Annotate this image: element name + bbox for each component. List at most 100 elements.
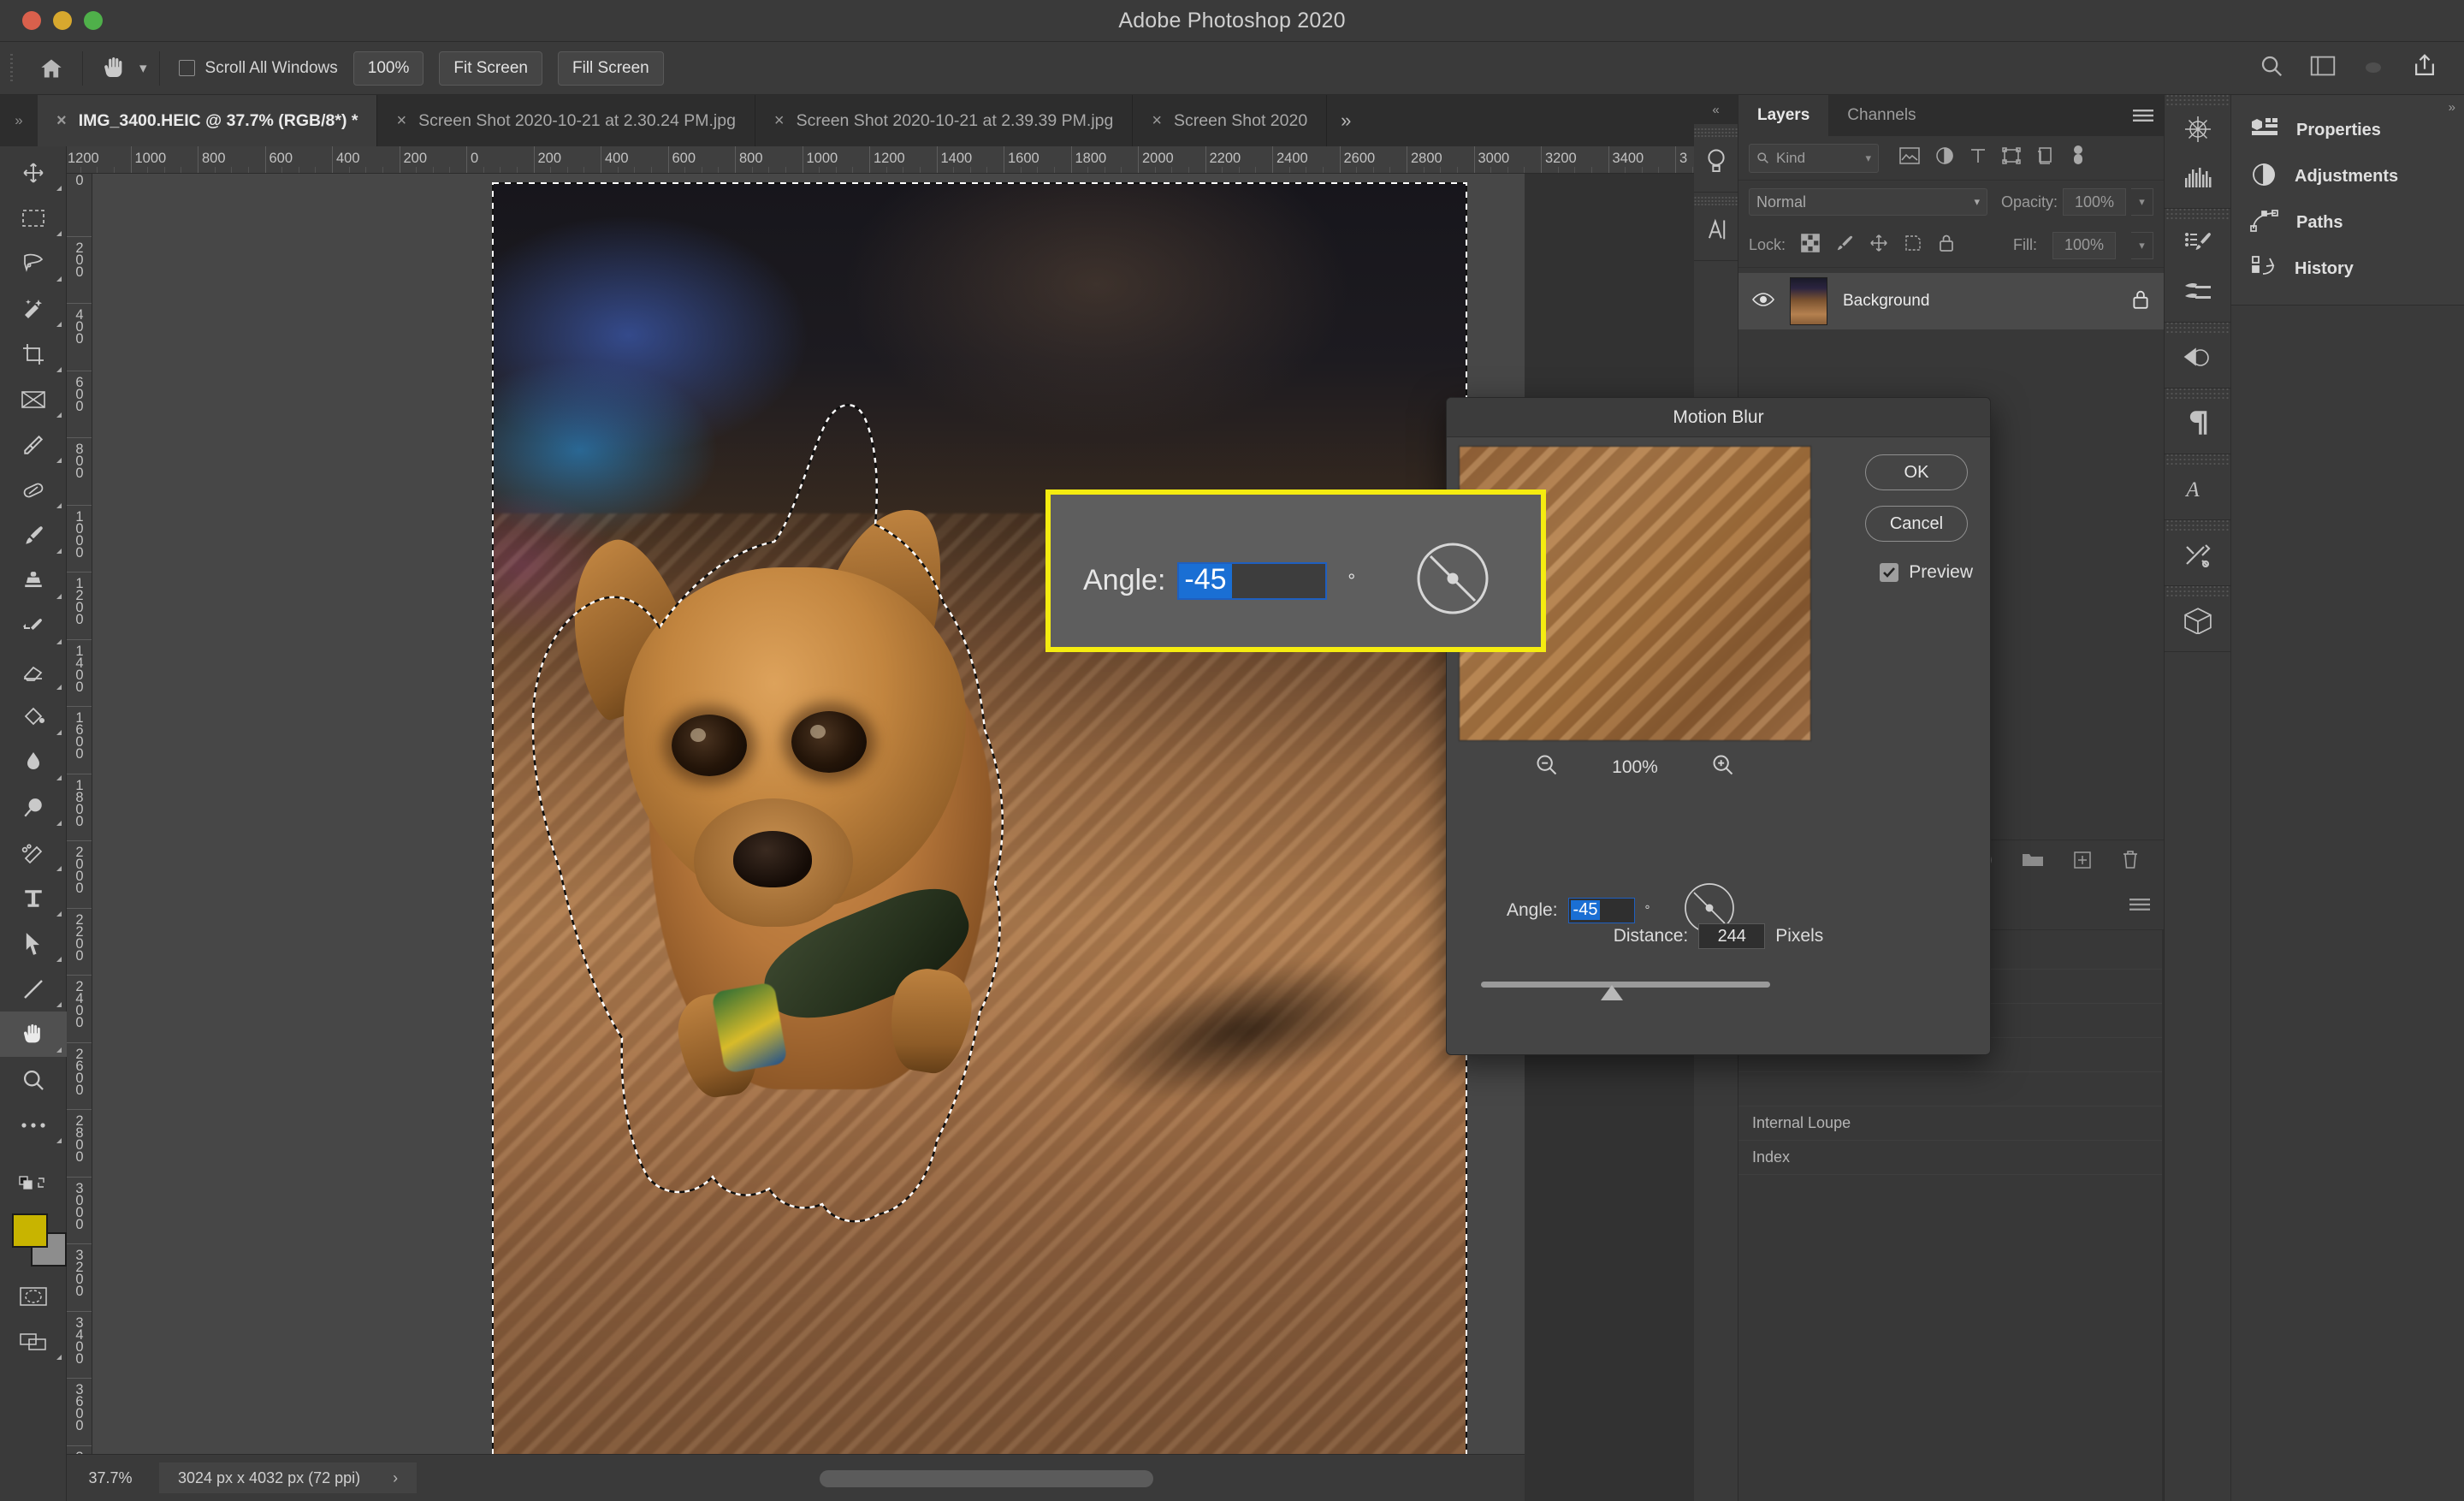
type-tool[interactable] <box>0 875 67 921</box>
eraser-tool[interactable] <box>0 649 67 694</box>
chevrons-left-icon[interactable]: « <box>1694 95 1738 124</box>
image-filter-icon[interactable] <box>1899 147 1920 169</box>
tab-screenshot-1[interactable]: × Screen Shot 2020-10-21 at 2.30.24 PM.j… <box>377 95 755 146</box>
lasso-tool[interactable] <box>0 240 67 286</box>
lock-transparent-pixels-icon[interactable] <box>1801 234 1820 257</box>
blur-tool[interactable] <box>0 739 67 785</box>
hand-tool[interactable] <box>0 1012 67 1057</box>
lock-all-icon[interactable] <box>1938 234 1955 257</box>
fill-screen-button[interactable]: Fill Screen <box>557 50 664 86</box>
new-layer-icon[interactable] <box>2073 851 2092 874</box>
quick-mask-icon[interactable] <box>0 1273 67 1319</box>
rectangular-marquee-tool[interactable] <box>0 195 67 240</box>
eye-visibility-icon[interactable] <box>1752 292 1774 311</box>
compass-icon[interactable] <box>2165 105 2231 153</box>
lock-image-pixels-icon[interactable] <box>1835 234 1854 257</box>
delete-layer-icon[interactable] <box>2121 850 2140 875</box>
canvas-area[interactable] <box>92 174 1525 1454</box>
zoom-tool[interactable] <box>0 1057 67 1102</box>
status-dimensions-group[interactable]: 3024 px x 4032 px (72 ppi) › <box>159 1462 418 1493</box>
preview-checkbox-group[interactable]: Preview <box>1880 562 1973 583</box>
3d-icon[interactable] <box>2165 596 2231 644</box>
brush-settings-icon[interactable] <box>2165 267 2231 315</box>
smart-object-filter-icon[interactable] <box>2036 146 2055 169</box>
tool-presets-icon[interactable] <box>2165 531 2231 578</box>
opacity-field[interactable]: 100% <box>2063 188 2126 216</box>
chevrons-right-icon[interactable]: » <box>0 95 38 146</box>
panel-item-history[interactable]: History <box>2231 246 2464 292</box>
horizontal-scrollbar[interactable] <box>820 1470 1153 1487</box>
hamburger-menu-icon[interactable] <box>2129 898 2150 916</box>
close-icon[interactable]: × <box>396 112 406 129</box>
foreground-color-swatch[interactable] <box>12 1213 48 1248</box>
status-zoom-level[interactable]: 37.7% <box>67 1469 154 1487</box>
tool-preset-chevron-down-icon[interactable]: ▾ <box>139 60 147 77</box>
callout-angle-input[interactable]: -45 <box>1177 561 1328 600</box>
clone-source-icon[interactable] <box>2165 333 2231 381</box>
list-item-internal-loupe[interactable]: Internal Loupe <box>1738 1106 2164 1141</box>
dodge-tool[interactable] <box>0 785 67 830</box>
share-icon[interactable] <box>2411 53 2438 83</box>
angle-input[interactable]: -45 <box>1567 897 1635 923</box>
shape-filter-icon[interactable] <box>2002 146 2021 169</box>
paragraph-icon[interactable] <box>2165 399 2231 447</box>
search-icon[interactable] <box>2259 53 2284 83</box>
scroll-all-windows-checkbox[interactable] <box>178 60 195 76</box>
fill-field[interactable]: 100% <box>2052 231 2116 259</box>
clone-stamp-tool[interactable] <box>0 558 67 603</box>
frame-tool[interactable] <box>0 377 67 422</box>
chevron-down-icon[interactable]: ▾ <box>1974 195 1980 209</box>
cloud-icon[interactable] <box>2361 56 2385 80</box>
chevron-down-icon[interactable]: ▾ <box>1865 151 1871 165</box>
distance-input[interactable]: 244 <box>1698 923 1766 949</box>
brush-presets-icon[interactable] <box>2165 219 2231 267</box>
quick-selection-tool[interactable] <box>0 286 67 331</box>
tab-channels[interactable]: Channels <box>1828 95 1934 136</box>
vertical-ruler[interactable]: 0 200 400 600 800 1000 1200 1400 1600 1800 2000 220… <box>67 174 92 1454</box>
cancel-button[interactable]: Cancel <box>1865 506 1968 542</box>
panel-item-paths[interactable]: Paths <box>2231 199 2464 246</box>
close-icon[interactable]: × <box>774 112 785 129</box>
fit-screen-button[interactable]: Fit Screen <box>439 50 542 86</box>
fill-stepper-chevron-down-icon[interactable]: ▾ <box>2131 231 2153 259</box>
screen-mode-icon[interactable] <box>0 1319 67 1364</box>
zoom-out-icon[interactable] <box>1535 753 1559 781</box>
panel-item-adjustments[interactable]: Adjustments <box>2231 153 2464 199</box>
paint-bucket-tool[interactable] <box>0 694 67 739</box>
scroll-all-windows-checkbox-group[interactable]: Scroll All Windows <box>178 59 338 78</box>
workspace-icon[interactable] <box>2310 55 2336 81</box>
opacity-stepper-chevron-down-icon[interactable]: ▾ <box>2131 188 2153 216</box>
panel-item-properties[interactable]: Properties <box>2231 107 2464 153</box>
tab-screenshot-2[interactable]: × Screen Shot 2020-10-21 at 2.39.39 PM.j… <box>755 95 1134 146</box>
layer-kind-filter[interactable]: Kind ▾ <box>1749 143 1879 173</box>
lock-position-icon[interactable] <box>1869 234 1888 257</box>
home-icon[interactable] <box>33 50 70 87</box>
type-filter-icon[interactable] <box>1969 147 1987 169</box>
histogram-icon[interactable] <box>2165 153 2231 201</box>
crop-tool[interactable] <box>0 331 67 377</box>
new-group-icon[interactable] <box>2022 851 2044 873</box>
list-item-index[interactable]: Index <box>1738 1141 2164 1175</box>
tab-overflow-chevrons-right-icon[interactable]: » <box>1327 95 1365 146</box>
path-selection-tool[interactable] <box>0 921 67 966</box>
close-icon[interactable]: × <box>56 112 67 129</box>
color-swatches[interactable] <box>0 1208 67 1273</box>
character-styles-icon[interactable]: A <box>2165 465 2231 513</box>
character-panel-icon[interactable] <box>1694 208 1738 252</box>
adjustment-filter-icon[interactable] <box>1935 146 1954 169</box>
libraries-bulb-icon[interactable] <box>1694 139 1738 184</box>
lock-artboard-icon[interactable] <box>1904 234 1922 257</box>
zoom-in-icon[interactable] <box>1711 753 1735 781</box>
pen-tool[interactable] <box>0 830 67 875</box>
zoom-100-button[interactable]: 100% <box>352 50 424 86</box>
line-tool[interactable] <box>0 966 67 1012</box>
tab-img-3400[interactable]: × IMG_3400.HEIC @ 37.7% (RGB/8*) * <box>38 95 378 146</box>
close-icon[interactable]: × <box>1152 112 1162 129</box>
filter-toggle-icon[interactable] <box>2070 145 2086 171</box>
ok-button[interactable]: OK <box>1865 454 1968 490</box>
hand-tool-icon[interactable] <box>95 50 134 87</box>
layer-row-background[interactable]: Background <box>1738 273 2164 329</box>
distance-slider-thumb[interactable] <box>1601 985 1623 1000</box>
list-item[interactable] <box>1738 1072 2164 1106</box>
distance-slider-track[interactable] <box>1481 982 1770 988</box>
